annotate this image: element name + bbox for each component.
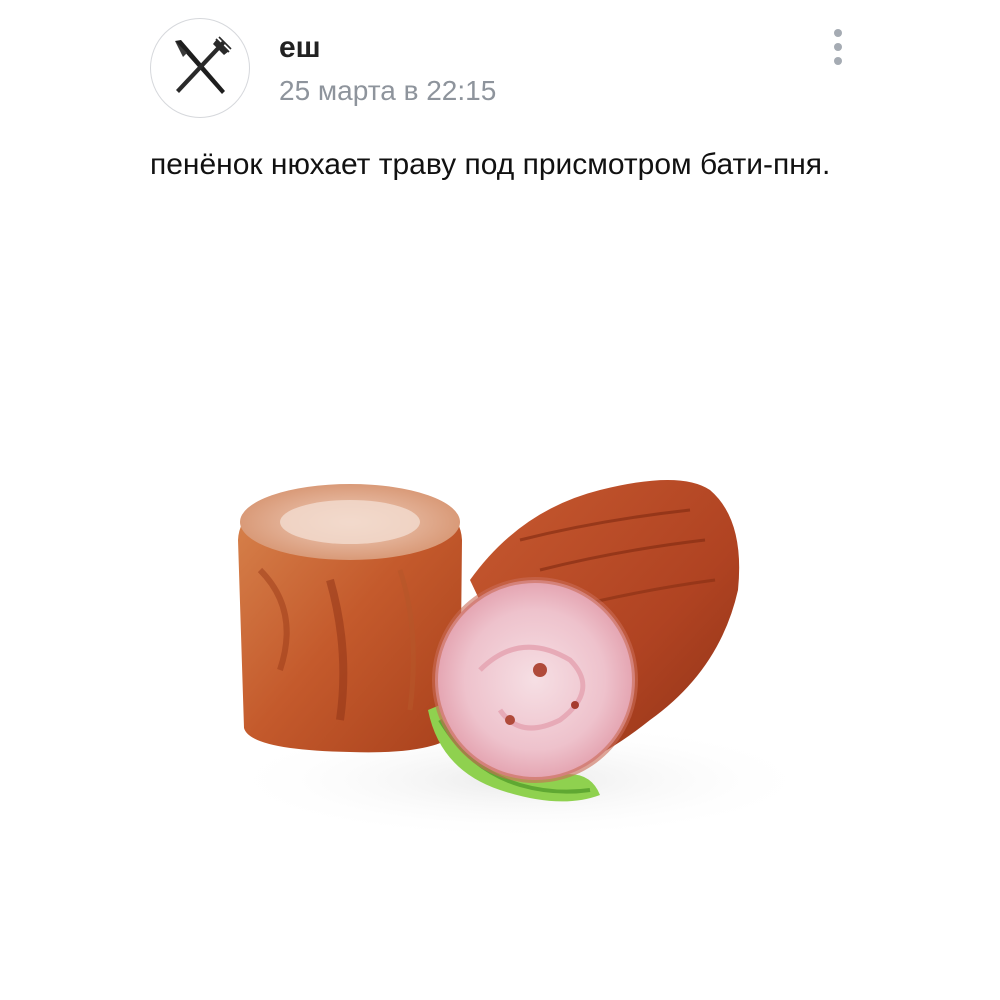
fork-knife-crossed-icon — [175, 36, 232, 94]
more-menu-button[interactable] — [820, 24, 856, 70]
post-image[interactable] — [0, 250, 1000, 1000]
meat-roll-photo — [220, 480, 820, 840]
author-avatar[interactable] — [150, 18, 250, 118]
post-date[interactable]: 25 марта в 22:15 — [279, 74, 496, 108]
more-vertical-icon-dot — [834, 43, 842, 51]
more-vertical-icon-dot — [834, 57, 842, 65]
more-vertical-icon-dot — [834, 29, 842, 37]
post-card: еш 25 марта в 22:15 пенёнок нюхает траву… — [0, 0, 1000, 1000]
author-name[interactable]: еш — [279, 30, 321, 66]
post-text: пенёнок нюхает траву под присмотром бати… — [150, 148, 831, 181]
